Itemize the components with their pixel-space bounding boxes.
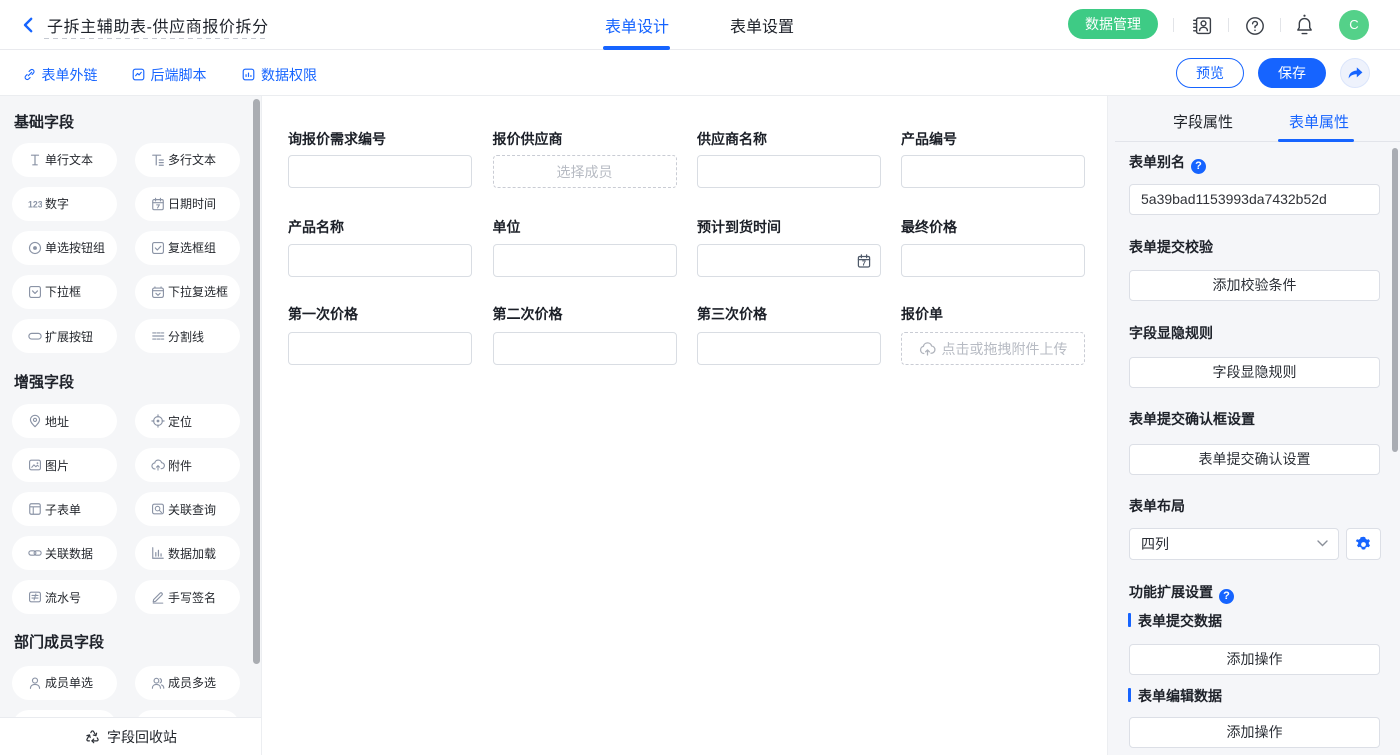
svg-text:7: 7 [862,259,866,268]
svg-text:123: 123 [28,199,42,209]
